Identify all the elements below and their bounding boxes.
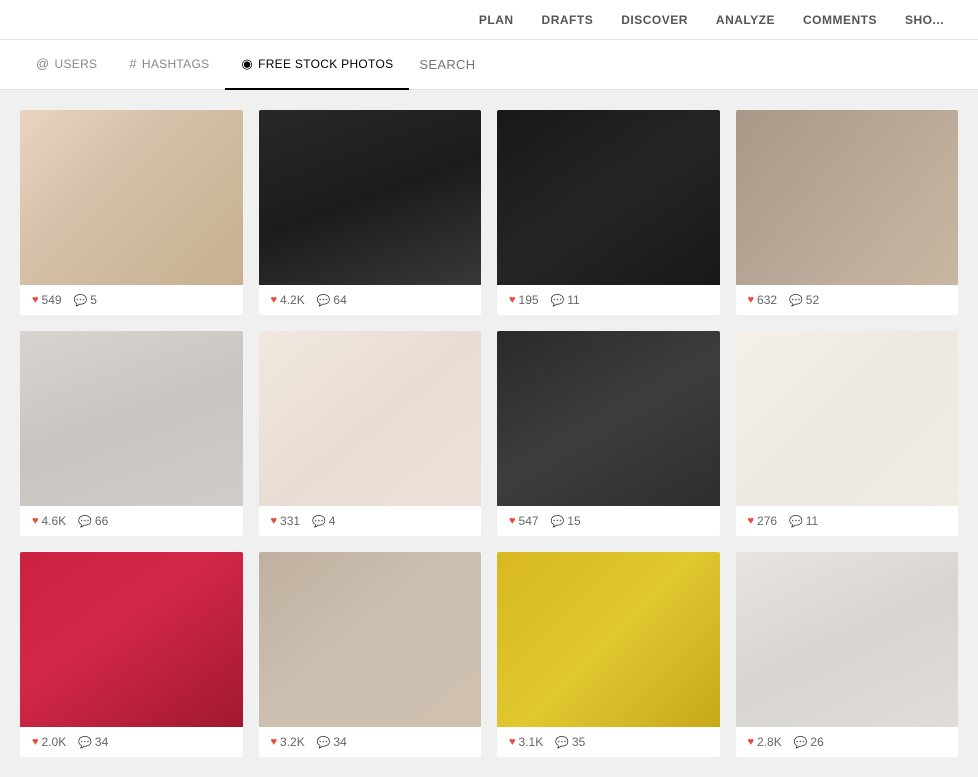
photo-stats: ♥ 4.6K 💬 66 — [20, 506, 243, 536]
photo-card[interactable]: ♥ 3.2K 💬 34 — [259, 552, 482, 757]
photo-stats: ♥ 632 💬 52 — [736, 285, 959, 315]
photo-likes: ♥ 4.2K — [271, 293, 305, 307]
photo-stats: ♥ 2.8K 💬 26 — [736, 727, 959, 757]
nav-shop[interactable]: SHO... — [891, 0, 958, 40]
heart-icon: ♥ — [509, 736, 516, 748]
camera-icon: ◉ — [241, 56, 253, 72]
nav-comments[interactable]: COMMENTS — [789, 0, 891, 40]
subnav-free-stock-photos[interactable]: ◉ FREE STOCK PHOTOS — [225, 40, 409, 90]
comment-icon: 💬 — [74, 294, 88, 307]
photo-card[interactable]: ♥ 632 💬 52 — [736, 110, 959, 315]
heart-icon: ♥ — [748, 736, 755, 748]
heart-icon: ♥ — [748, 515, 755, 527]
photo-stats: ♥ 276 💬 11 — [736, 506, 959, 536]
photo-stats: ♥ 195 💬 11 — [497, 285, 720, 315]
photo-comments: 💬 5 — [74, 293, 97, 307]
comment-icon: 💬 — [794, 736, 808, 749]
photo-comments: 💬 34 — [317, 735, 347, 749]
photo-likes: ♥ 195 — [509, 293, 539, 307]
nav-discover[interactable]: DISCOVER — [607, 0, 702, 40]
nav-drafts[interactable]: DRAFTS — [528, 0, 608, 40]
photo-likes: ♥ 632 — [748, 293, 778, 307]
photo-stats: ♥ 4.2K 💬 64 — [259, 285, 482, 315]
heart-icon: ♥ — [509, 515, 516, 527]
heart-icon: ♥ — [748, 294, 755, 306]
photo-stats: ♥ 2.0K 💬 34 — [20, 727, 243, 757]
heart-icon: ♥ — [32, 294, 39, 306]
comment-icon: 💬 — [312, 515, 326, 528]
photo-comments: 💬 15 — [551, 514, 581, 528]
photo-comments: 💬 4 — [312, 514, 335, 528]
photo-card[interactable]: ♥ 195 💬 11 — [497, 110, 720, 315]
photo-comments: 💬 34 — [78, 735, 108, 749]
comment-icon: 💬 — [555, 736, 569, 749]
sub-nav: @ USERS # HASHTAGS ◉ FREE STOCK PHOTOS — [0, 40, 978, 90]
heart-icon: ♥ — [32, 736, 39, 748]
photo-card[interactable]: ♥ 549 💬 5 — [20, 110, 243, 315]
heart-icon: ♥ — [509, 294, 516, 306]
photo-likes: ♥ 331 — [271, 514, 301, 528]
nav-plan[interactable]: PLAN — [465, 0, 528, 40]
heart-icon: ♥ — [32, 515, 39, 527]
photo-stats: ♥ 331 💬 4 — [259, 506, 482, 536]
at-icon: @ — [36, 56, 50, 71]
photo-stats: ♥ 547 💬 15 — [497, 506, 720, 536]
comment-icon: 💬 — [789, 294, 803, 307]
subnav-users[interactable]: @ USERS — [20, 40, 113, 90]
photo-stats: ♥ 3.1K 💬 35 — [497, 727, 720, 757]
photo-card[interactable]: ♥ 4.6K 💬 66 — [20, 331, 243, 536]
comment-icon: 💬 — [551, 515, 565, 528]
photo-comments: 💬 26 — [794, 735, 824, 749]
photo-likes: ♥ 2.0K — [32, 735, 66, 749]
comment-icon: 💬 — [78, 736, 92, 749]
photo-likes: ♥ 4.6K — [32, 514, 66, 528]
top-nav: PLAN DRAFTS DISCOVER ANALYZE COMMENTS SH… — [0, 0, 978, 40]
photo-comments: 💬 11 — [789, 514, 818, 528]
photo-grid: ♥ 549 💬 5 ♥ 4.2K 💬 64 ♥ 195 💬 11 ♥ 632 — [0, 90, 978, 777]
photo-comments: 💬 11 — [551, 293, 580, 307]
comment-icon: 💬 — [317, 736, 331, 749]
photo-comments: 💬 64 — [317, 293, 347, 307]
photo-likes: ♥ 549 — [32, 293, 62, 307]
photo-card[interactable]: ♥ 2.0K 💬 34 — [20, 552, 243, 757]
comment-icon: 💬 — [317, 294, 331, 307]
photo-comments: 💬 66 — [78, 514, 108, 528]
photo-likes: ♥ 2.8K — [748, 735, 782, 749]
photo-card[interactable]: ♥ 3.1K 💬 35 — [497, 552, 720, 757]
photo-comments: 💬 52 — [789, 293, 819, 307]
heart-icon: ♥ — [271, 294, 278, 306]
photo-likes: ♥ 276 — [748, 514, 778, 528]
comment-icon: 💬 — [78, 515, 92, 528]
photo-stats: ♥ 3.2K 💬 34 — [259, 727, 482, 757]
photo-comments: 💬 35 — [555, 735, 585, 749]
photo-card[interactable]: ♥ 276 💬 11 — [736, 331, 959, 536]
photo-card[interactable]: ♥ 2.8K 💬 26 — [736, 552, 959, 757]
hash-icon: # — [129, 56, 137, 71]
photo-card[interactable]: ♥ 331 💬 4 — [259, 331, 482, 536]
comment-icon: 💬 — [789, 515, 803, 528]
photo-likes: ♥ 3.2K — [271, 735, 305, 749]
subnav-hashtags[interactable]: # HASHTAGS — [113, 40, 225, 90]
heart-icon: ♥ — [271, 736, 278, 748]
photo-card[interactable]: ♥ 547 💬 15 — [497, 331, 720, 536]
photo-likes: ♥ 3.1K — [509, 735, 543, 749]
search-input[interactable] — [419, 57, 579, 72]
comment-icon: 💬 — [551, 294, 565, 307]
photo-stats: ♥ 549 💬 5 — [20, 285, 243, 315]
photo-likes: ♥ 547 — [509, 514, 539, 528]
heart-icon: ♥ — [271, 515, 278, 527]
nav-analyze[interactable]: ANALYZE — [702, 0, 789, 40]
photo-card[interactable]: ♥ 4.2K 💬 64 — [259, 110, 482, 315]
